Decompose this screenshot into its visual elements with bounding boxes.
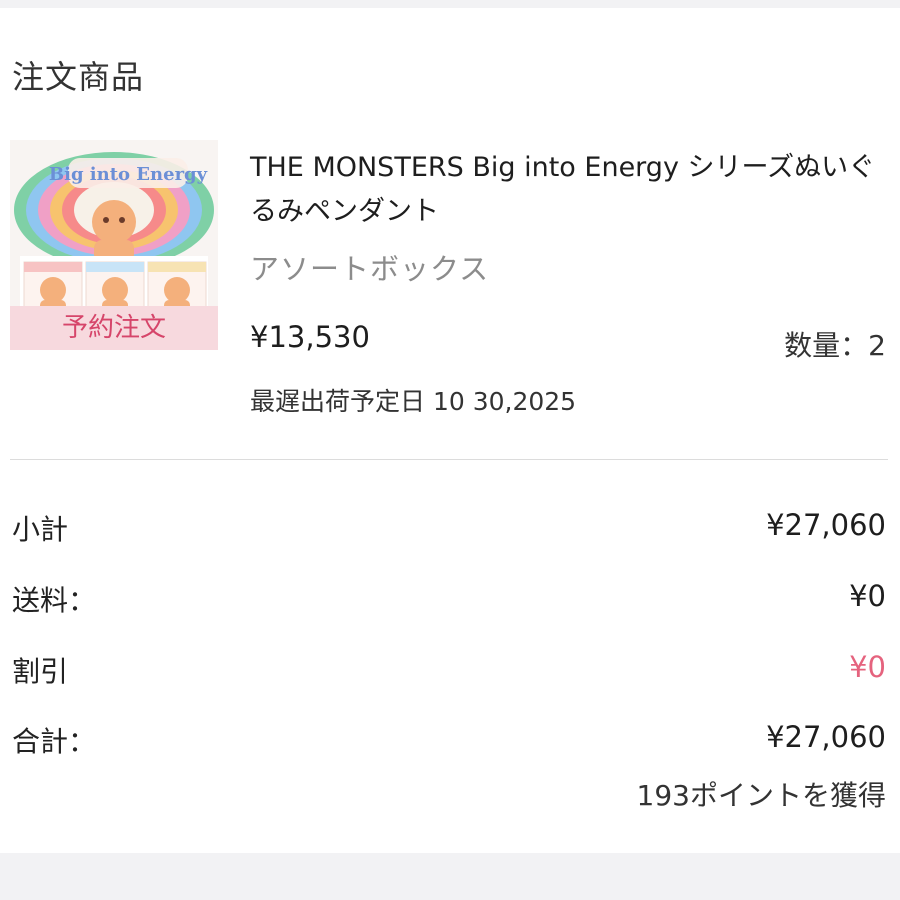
points-earned: 193ポイントを獲得 [636,779,886,812]
product-variant: アソートボックス [250,252,490,286]
discount-value: ¥0 [849,650,886,684]
top-spacer [0,0,900,8]
shipping-label: 送料： [12,584,97,617]
quantity: 数量：2 [784,329,886,362]
total-label: 合計： [12,725,97,758]
latest-ship-date: 最遅出荷予定日 10 30,2025 [250,387,577,416]
subtotal-label: 小計 [12,513,69,546]
logo-text: Big into Energy [49,164,208,185]
order-items-card: 注文商品 Big into Energy 予約注文 THE MONSTERS B… [0,8,900,853]
product-name[interactable]: THE MONSTERS Big into Energy シリーズぬいぐるみペン… [250,146,890,234]
discount-row: 割引 ¥0 [0,650,900,694]
subtotal-row: 小計 ¥27,060 [0,508,900,552]
preorder-badge: 予約注文 [10,306,218,350]
divider [10,459,888,460]
discount-label: 割引 [12,655,69,688]
section-title: 注文商品 [12,58,145,96]
shipping-row: 送料： ¥0 [0,579,900,623]
product-thumbnail[interactable]: Big into Energy 予約注文 [10,140,218,350]
subtotal-value: ¥27,060 [766,508,886,542]
total-row: 合計： ¥27,060 [0,720,900,764]
shipping-value: ¥0 [849,579,886,613]
unit-price: ¥13,530 [250,320,370,354]
total-value: ¥27,060 [766,720,886,754]
